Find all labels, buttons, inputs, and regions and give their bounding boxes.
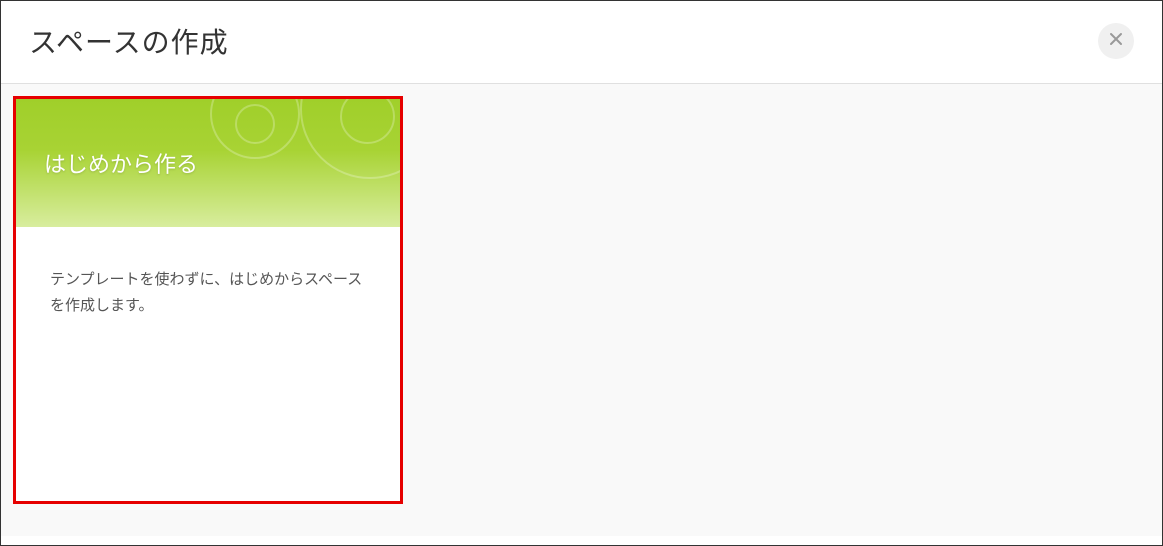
dialog-header: スペースの作成	[1, 1, 1162, 84]
card-title: はじめから作る	[44, 147, 198, 179]
close-icon	[1108, 30, 1124, 53]
card-header-decoration	[200, 99, 400, 227]
dialog-body: はじめから作る テンプレートを使わずに、はじめからスペースを作成します。	[1, 84, 1162, 536]
card-header: はじめから作る	[16, 99, 400, 227]
card-description: テンプレートを使わずに、はじめからスペースを作成します。	[16, 227, 400, 338]
close-button[interactable]	[1098, 23, 1134, 59]
dialog-title: スペースの作成	[29, 21, 229, 61]
template-card-blank[interactable]: はじめから作る テンプレートを使わずに、はじめからスペースを作成します。	[13, 96, 403, 504]
